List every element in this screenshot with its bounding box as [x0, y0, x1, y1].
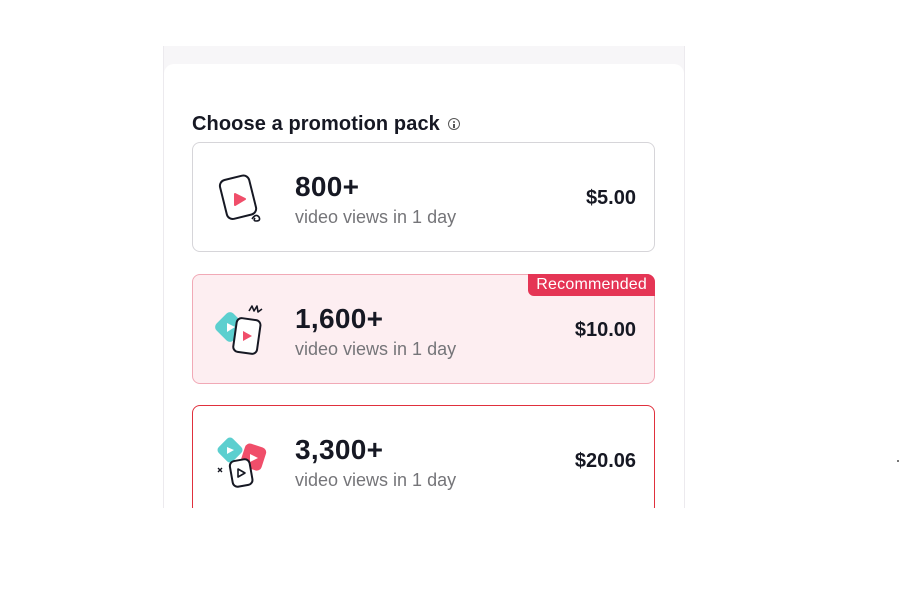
promotion-sheet: Choose a promotion pack 800+ video views… — [164, 64, 684, 508]
pack-description: video views in 1 day — [295, 339, 457, 359]
section-header: Choose a promotion pack — [192, 110, 460, 138]
single-video-card-icon — [218, 174, 261, 222]
pack-price: $5.00 — [585, 187, 636, 209]
info-icon[interactable] — [447, 118, 460, 130]
section-title: Choose a promotion pack — [192, 112, 440, 135]
pack-views: 800+ — [295, 171, 360, 202]
pack-price: $20.06 — [574, 450, 636, 472]
stray-dot — [897, 460, 899, 462]
pack-views: 3,300+ — [295, 434, 384, 465]
pack-description: video views in 1 day — [295, 207, 457, 227]
pack-views: 1,600+ — [295, 303, 384, 334]
pack-price: $10.00 — [574, 319, 636, 341]
pack-description: video views in 1 day — [295, 470, 457, 490]
promotion-pack-3300[interactable]: 3,300+ video views in 1 day $20.06 — [192, 405, 655, 508]
promotion-pack-800[interactable]: 800+ video views in 1 day $5.00 — [192, 142, 655, 252]
three-video-cards-icon — [217, 437, 267, 488]
promotion-pack-1600[interactable]: Recommended 1,600+ video views in 1 day … — [192, 274, 655, 384]
two-video-cards-icon — [215, 305, 263, 355]
promotion-panel: Choose a promotion pack 800+ video views… — [163, 46, 685, 508]
recommended-badge: Recommended — [528, 274, 655, 296]
